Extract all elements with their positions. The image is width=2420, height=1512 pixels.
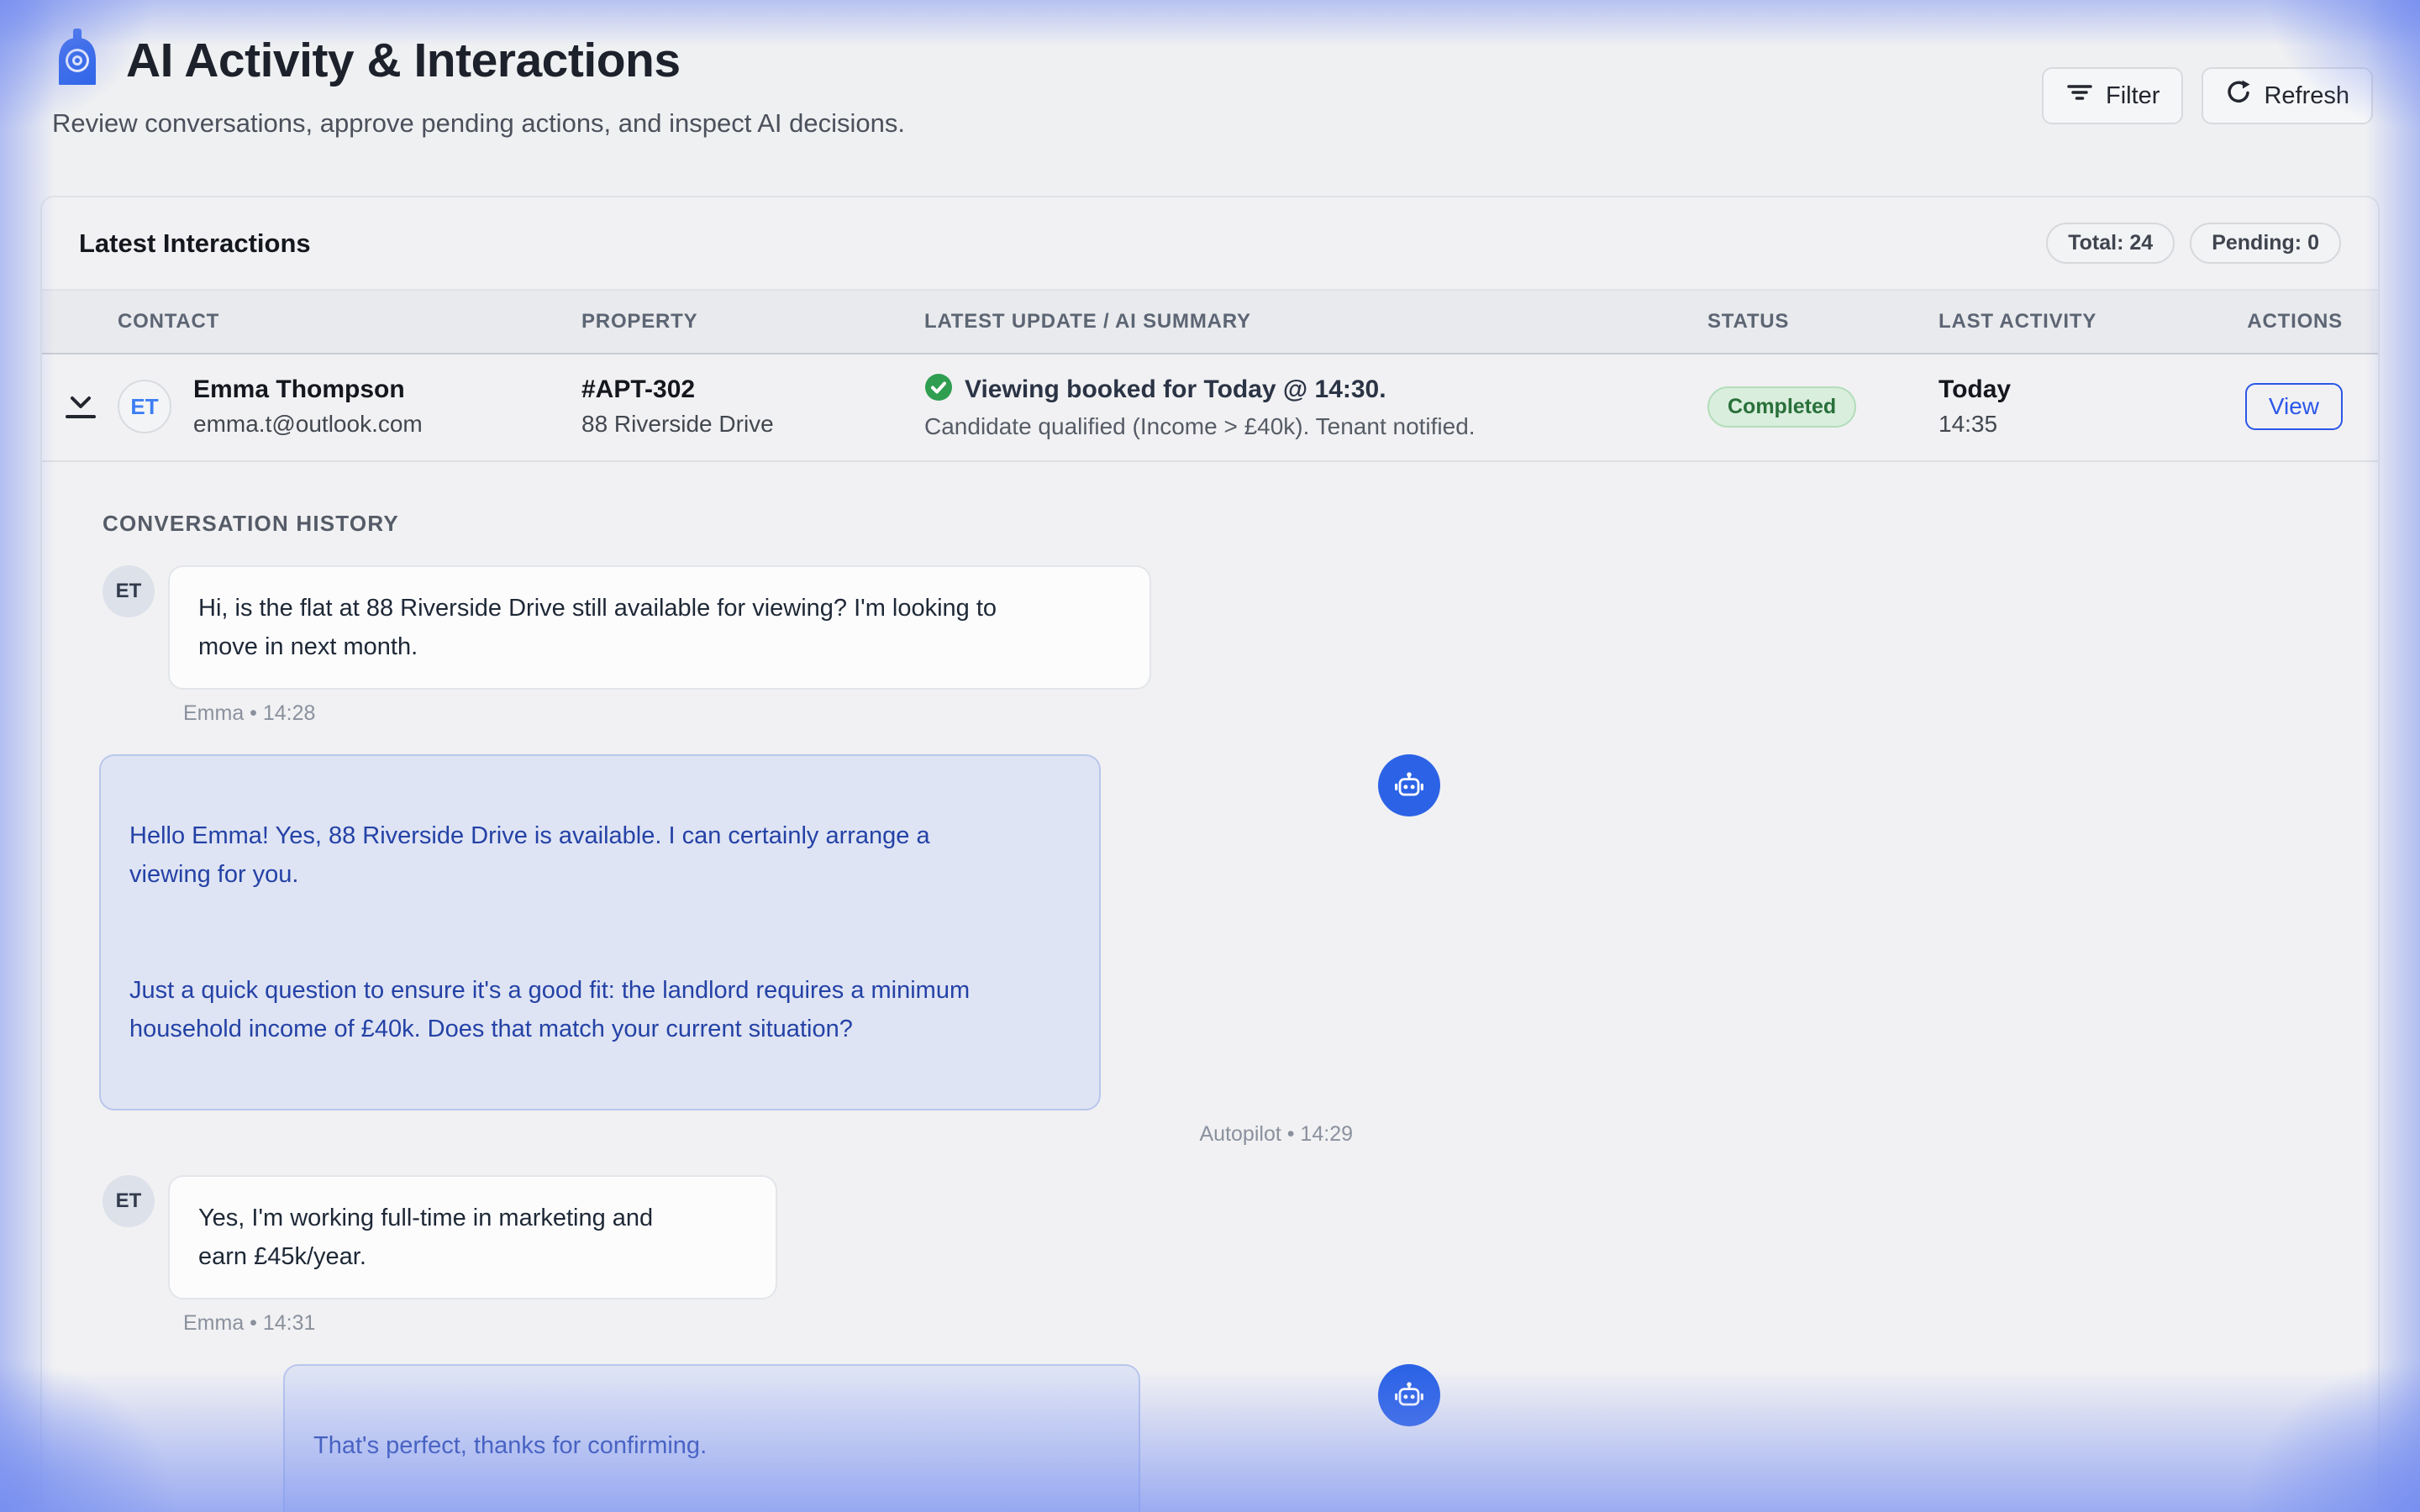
- ai-activity-page: AI Activity & Interactions Review conver…: [0, 0, 2420, 139]
- refresh-icon: [2225, 79, 2252, 113]
- refresh-button[interactable]: Refresh: [2202, 67, 2373, 124]
- col-property: PROPERTY: [581, 310, 924, 333]
- summary-title: Viewing booked for Today @ 14:30.: [965, 375, 1386, 404]
- collapse-row-button[interactable]: [62, 390, 99, 423]
- avatar: ET: [103, 1175, 155, 1227]
- col-status: STATUS: [1707, 310, 1939, 333]
- property-id: #APT-302: [581, 375, 924, 404]
- property-address: 88 Riverside Drive: [581, 411, 924, 438]
- message-ai: Hello Emma! Yes, 88 Riverside Drive is a…: [103, 754, 1440, 1110]
- last-activity-cell: Today 14:35: [1939, 375, 2234, 438]
- check-circle-icon: [924, 373, 953, 406]
- page-title: AI Activity & Interactions: [126, 33, 681, 88]
- status-cell: Completed: [1707, 386, 1939, 428]
- col-summary: LATEST UPDATE / AI SUMMARY: [924, 310, 1707, 333]
- avatar: ET: [103, 565, 155, 617]
- panel-header: Latest Interactions Total: 24 Pending: 0: [42, 197, 2378, 289]
- conversation-history: CONVERSATION HISTORY ET Hi, is the flat …: [42, 462, 2378, 1512]
- ai-message-bubble: That's perfect, thanks for confirming. I…: [283, 1364, 1140, 1512]
- contact-name: Emma Thompson: [193, 375, 423, 404]
- header-left: AI Activity & Interactions Review conver…: [50, 29, 905, 139]
- filter-button-label: Filter: [2106, 82, 2160, 110]
- autopilot-robot-icon: [1378, 754, 1440, 816]
- col-actions: ACTIONS: [2234, 310, 2343, 333]
- last-activity-day: Today: [1939, 375, 2234, 404]
- ai-paragraph: Just a quick question to ensure it's a g…: [129, 971, 1071, 1048]
- conversation-heading: CONVERSATION HISTORY: [103, 511, 2317, 537]
- contact-cell: ET Emma Thompson emma.t@outlook.com: [118, 375, 581, 438]
- pending-badge: Pending: 0: [2190, 223, 2341, 264]
- message-ai: That's perfect, thanks for confirming. I…: [103, 1364, 1440, 1512]
- table-row[interactable]: ET Emma Thompson emma.t@outlook.com #APT…: [42, 354, 2378, 462]
- autopilot-robot-icon: [1378, 1364, 1440, 1426]
- property-cell: #APT-302 88 Riverside Drive: [581, 375, 924, 438]
- status-badge: Completed: [1707, 386, 1856, 428]
- summary-detail: Candidate qualified (Income > £40k). Ten…: [924, 413, 1707, 440]
- message-meta: Emma • 14:28: [183, 701, 2317, 726]
- user-message-bubble: Hi, is the flat at 88 Riverside Drive st…: [168, 565, 1151, 690]
- user-message-bubble: Yes, I'm working full-time in marketing …: [168, 1175, 777, 1299]
- total-badge: Total: 24: [2046, 223, 2175, 264]
- contact-email: emma.t@outlook.com: [193, 411, 423, 438]
- filter-icon: [2065, 80, 2094, 112]
- refresh-button-label: Refresh: [2264, 82, 2349, 110]
- ai-message-bubble: Hello Emma! Yes, 88 Riverside Drive is a…: [99, 754, 1101, 1110]
- page-header: AI Activity & Interactions Review conver…: [0, 0, 2420, 139]
- view-button[interactable]: View: [2245, 383, 2343, 430]
- latest-interactions-panel: Latest Interactions Total: 24 Pending: 0…: [40, 196, 2380, 1512]
- message-meta: Autopilot • 14:29: [103, 1122, 1440, 1147]
- ai-paragraph: That's perfect, thanks for confirming.: [313, 1426, 1110, 1465]
- message-user: ET Hi, is the flat at 88 Riverside Drive…: [103, 565, 2317, 690]
- last-activity-time: 14:35: [1939, 411, 2234, 438]
- actions-cell: View: [2234, 383, 2343, 430]
- col-last-activity: LAST ACTIVITY: [1939, 310, 2234, 333]
- avatar: ET: [118, 380, 171, 433]
- summary-cell: Viewing booked for Today @ 14:30. Candid…: [924, 373, 1707, 440]
- bot-icon: [50, 29, 104, 92]
- message-user: ET Yes, I'm working full-time in marketi…: [103, 1175, 2317, 1299]
- ai-paragraph: Hello Emma! Yes, 88 Riverside Drive is a…: [129, 816, 1071, 894]
- count-badges: Total: 24 Pending: 0: [2046, 223, 2341, 264]
- message-meta: Emma • 14:31: [183, 1311, 2317, 1336]
- page-subtitle: Review conversations, approve pending ac…: [52, 108, 905, 139]
- header-actions: Filter Refresh: [2042, 67, 2373, 124]
- table-header: CONTACT PROPERTY LATEST UPDATE / AI SUMM…: [42, 289, 2378, 354]
- panel-title: Latest Interactions: [79, 228, 311, 259]
- col-contact: CONTACT: [118, 310, 581, 333]
- filter-button[interactable]: Filter: [2042, 67, 2183, 124]
